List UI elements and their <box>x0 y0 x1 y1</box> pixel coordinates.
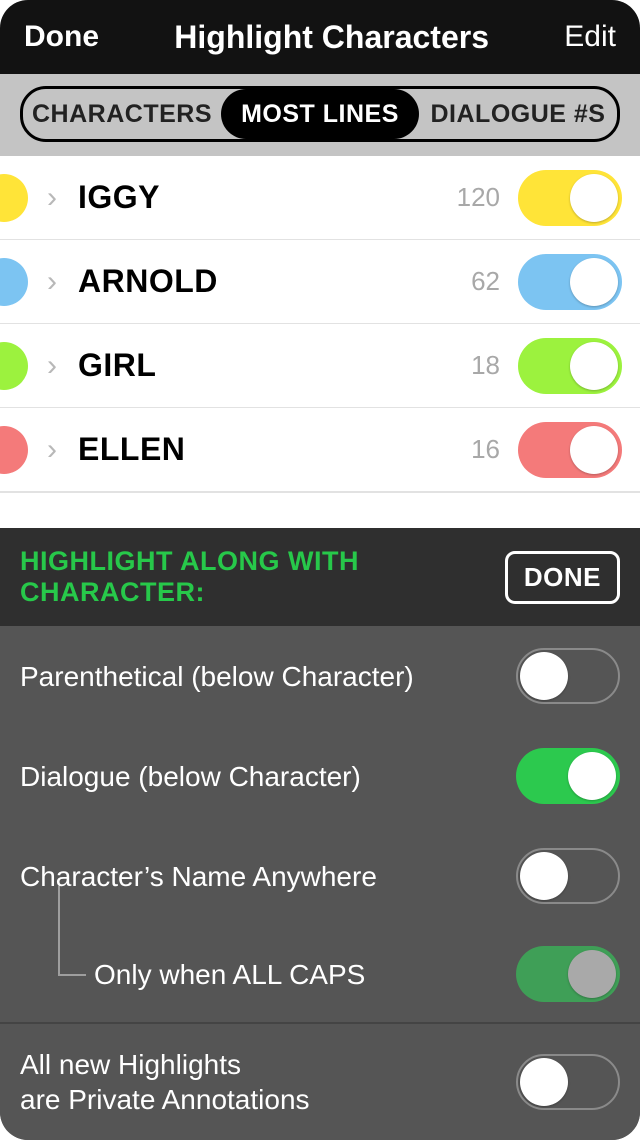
chevron-right-icon: › <box>40 181 64 215</box>
chevron-right-icon: › <box>40 349 64 383</box>
tab-most-lines[interactable]: MOST LINES <box>221 89 419 139</box>
option-row-parenthetical: Parenthetical (below Character) <box>0 626 640 726</box>
color-swatch <box>0 342 28 390</box>
tab-dialogue-nums[interactable]: DIALOGUE #S <box>419 89 617 139</box>
all-caps-toggle[interactable] <box>516 946 620 1002</box>
option-row-all-caps: Only when ALL CAPS <box>0 926 640 1022</box>
option-row-dialogue: Dialogue (below Character) <box>0 726 640 826</box>
character-row[interactable]: › ARNOLD 62 <box>0 240 640 324</box>
option-row-name-anywhere: Character’s Name Anywhere <box>0 826 640 926</box>
private-toggle[interactable] <box>516 1054 620 1110</box>
highlight-toggle[interactable] <box>518 170 622 226</box>
option-label: Character’s Name Anywhere <box>20 859 516 894</box>
line-count: 62 <box>471 266 500 297</box>
options-panel: HIGHLIGHT ALONG WITH CHARACTER: DONE Par… <box>0 528 640 1140</box>
highlight-toggle[interactable] <box>518 338 622 394</box>
color-swatch <box>0 258 28 306</box>
name-anywhere-toggle[interactable] <box>516 848 620 904</box>
character-row[interactable]: › GIRL 18 <box>0 324 640 408</box>
character-name: ELLEN <box>78 431 185 468</box>
tree-line-icon <box>50 926 94 1022</box>
line-count: 16 <box>471 434 500 465</box>
option-label: All new Highlights are Private Annotatio… <box>20 1047 516 1117</box>
chevron-right-icon: › <box>40 433 64 467</box>
edit-button[interactable]: Edit <box>564 20 616 54</box>
color-swatch <box>0 174 28 222</box>
character-name: GIRL <box>78 347 156 384</box>
highlight-toggle[interactable] <box>518 254 622 310</box>
done-button[interactable]: Done <box>24 20 99 54</box>
character-row[interactable]: › ELLEN 16 <box>0 408 640 492</box>
parenthetical-toggle[interactable] <box>516 648 620 704</box>
panel-heading: HIGHLIGHT ALONG WITH CHARACTER: <box>20 546 505 608</box>
panel-done-button[interactable]: DONE <box>505 551 620 604</box>
character-name: IGGY <box>78 179 160 216</box>
option-label: Only when ALL CAPS <box>94 957 516 992</box>
highlight-toggle[interactable] <box>518 422 622 478</box>
character-row[interactable]: › IGGY 120 <box>0 156 640 240</box>
page-title: Highlight Characters <box>99 19 564 56</box>
tab-characters[interactable]: CHARACTERS <box>23 89 221 139</box>
color-swatch <box>0 426 28 474</box>
option-row-private: All new Highlights are Private Annotatio… <box>0 1022 640 1140</box>
line-count: 18 <box>471 350 500 381</box>
character-name: ARNOLD <box>78 263 218 300</box>
tab-bar: CHARACTERS MOST LINES DIALOGUE #S <box>0 74 640 156</box>
dialogue-toggle[interactable] <box>516 748 620 804</box>
option-label: Dialogue (below Character) <box>20 759 516 794</box>
option-label: Parenthetical (below Character) <box>20 659 516 694</box>
line-count: 120 <box>457 182 500 213</box>
chevron-right-icon: › <box>40 265 64 299</box>
character-list: › IGGY 120 › ARNOLD 62 › GIRL 18 › ELLEN… <box>0 156 640 528</box>
